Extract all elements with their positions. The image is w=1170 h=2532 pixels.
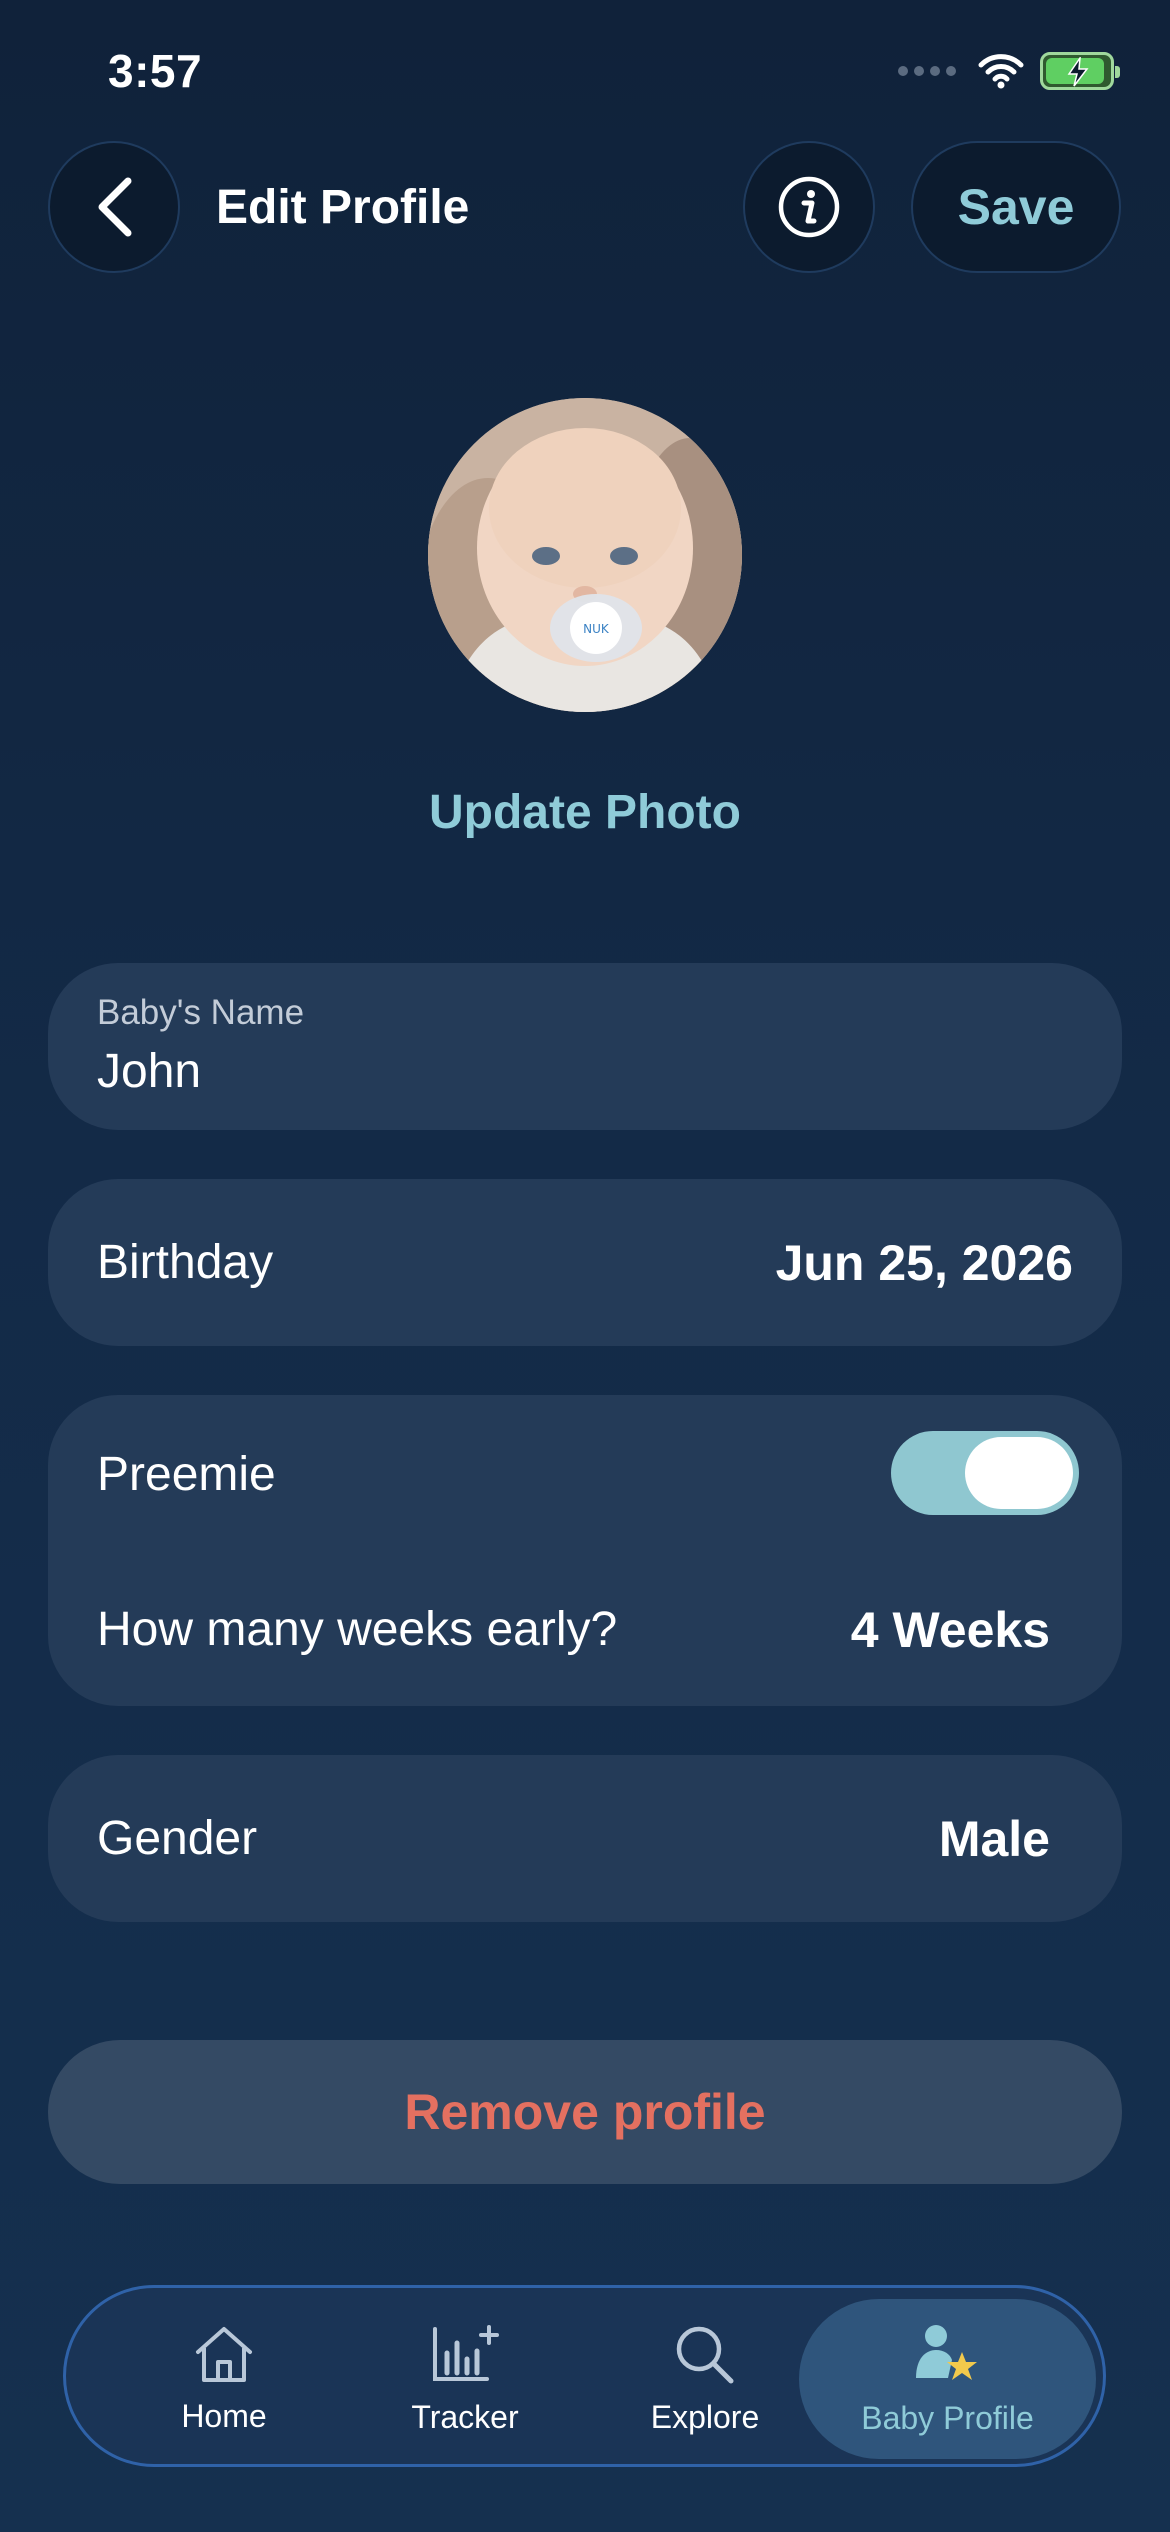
home-icon [196,2326,252,2382]
toggle-knob [965,1437,1073,1509]
birthday-label: Birthday [97,1236,274,1289]
update-photo-link[interactable]: Update Photo [0,785,1170,840]
preemie-section: Preemie How many weeks early? 4 Weeks [48,1395,1122,1706]
save-button[interactable]: Save [911,141,1121,273]
info-button[interactable] [743,141,875,273]
tab-bar: Home Tracker Explore Baby Profile [63,2285,1106,2467]
chevron-left-icon [98,177,132,237]
tab-explore-label: Explore [650,2398,760,2435]
status-bar: 3:57 [0,0,1170,150]
info-icon [778,176,840,238]
baby-avatar[interactable]: NUK [428,398,742,712]
gender-row[interactable]: Gender Male [48,1755,1122,1922]
tab-tracker[interactable]: Tracker [346,2299,584,2459]
weeks-early-label: How many weeks early? [97,1603,618,1656]
baby-profile-icon [915,2324,977,2380]
edit-profile-screen: 3:57 Edit Profile Save NUK Update Photo … [0,0,1170,2532]
tab-tracker-label: Tracker [411,2398,519,2435]
weeks-early-value[interactable]: 4 Weeks [851,1601,1050,1659]
preemie-label: Preemie [97,1448,276,1501]
status-time: 3:57 [108,45,203,97]
tab-explore[interactable]: Explore [586,2299,824,2459]
gender-label: Gender [97,1812,258,1865]
birthday-row[interactable]: Birthday Jun 25, 2026 [48,1179,1122,1346]
page-title: Edit Profile [216,181,470,234]
search-icon [676,2326,734,2383]
battery-charging-icon [1040,52,1120,90]
tab-baby-profile-label: Baby Profile [861,2399,1034,2436]
status-icons [898,52,1120,90]
tab-home-label: Home [181,2397,267,2434]
cellular-signal-icon [898,66,956,76]
baby-photo: NUK [428,398,742,712]
birthday-value[interactable]: Jun 25, 2026 [776,1234,1073,1292]
baby-name-input[interactable]: John [97,1044,201,1099]
back-button[interactable] [48,141,180,273]
tab-home[interactable]: Home [105,2299,343,2459]
baby-name-field[interactable]: Baby's Name John [48,963,1122,1130]
gender-value[interactable]: Male [939,1810,1050,1868]
remove-profile-button[interactable]: Remove profile [48,2040,1122,2184]
chart-plus-icon [433,2324,499,2381]
preemie-toggle[interactable] [891,1431,1079,1515]
tab-baby-profile[interactable]: Baby Profile [799,2299,1096,2459]
wifi-icon [978,54,1024,89]
svg-text:NUK: NUK [583,622,610,636]
baby-name-label: Baby's Name [97,993,305,1032]
